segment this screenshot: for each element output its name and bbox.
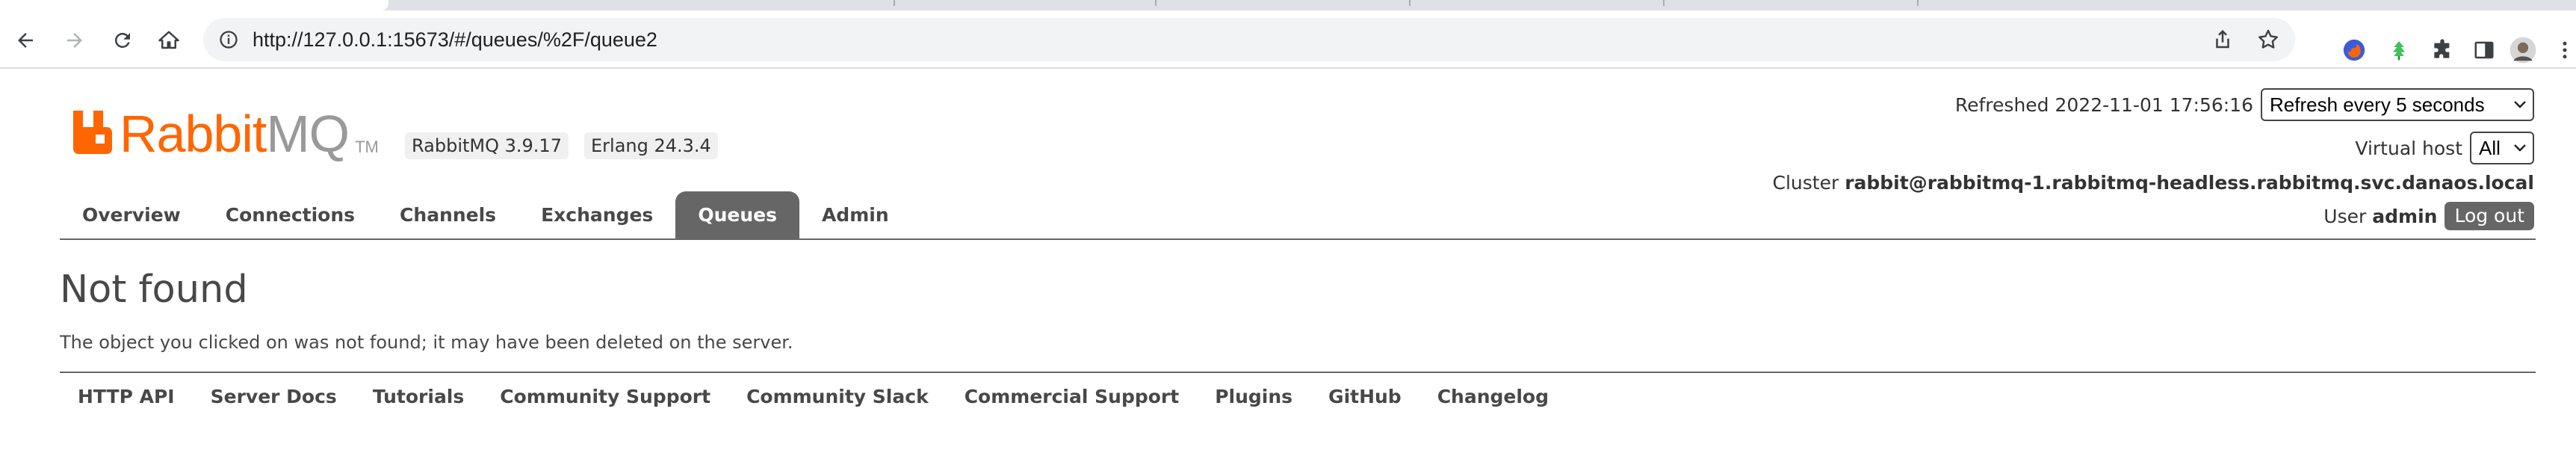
rabbitmq-version-badge: RabbitMQ 3.9.17 bbox=[405, 132, 569, 159]
tab-queues[interactable]: Queues bbox=[675, 191, 799, 239]
footer-link-community-support[interactable]: Community Support bbox=[482, 386, 728, 407]
logo-wordmark: RabbitMQ bbox=[120, 105, 350, 163]
bookmark-star-icon[interactable] bbox=[2256, 28, 2280, 52]
footer-link-community-slack[interactable]: Community Slack bbox=[728, 386, 947, 407]
home-icon[interactable] bbox=[154, 25, 184, 55]
site-info-icon[interactable] bbox=[218, 29, 239, 50]
cluster-name: rabbit@rabbitmq-1.rabbitmq-headless.rabb… bbox=[1845, 172, 2534, 194]
vhost-value: All bbox=[2479, 136, 2501, 159]
footer-link-changelog[interactable]: Changelog bbox=[1419, 386, 1567, 407]
tab-connections[interactable]: Connections bbox=[203, 191, 377, 239]
not-found-message: The object you clicked on was not found;… bbox=[60, 332, 793, 353]
tab-separator bbox=[1409, 0, 1411, 6]
refresh-interval-select[interactable]: Refresh every 5 seconds bbox=[2261, 88, 2534, 121]
page-title: Not found bbox=[60, 268, 248, 312]
tab-separator bbox=[1155, 0, 1157, 6]
profile-avatar-icon[interactable] bbox=[2509, 36, 2537, 64]
back-icon[interactable] bbox=[10, 25, 40, 55]
refresh-interval-value: Refresh every 5 seconds bbox=[2270, 93, 2485, 116]
tab-separator bbox=[894, 0, 895, 6]
main-nav: Overview Connections Channels Exchanges … bbox=[60, 191, 911, 239]
user-row: User admin Log out bbox=[2323, 202, 2534, 230]
refreshed-timestamp: Refreshed 2022-11-01 17:56:16 bbox=[1954, 93, 2253, 116]
chevron-down-icon bbox=[2514, 144, 2526, 152]
browser-tab-strip bbox=[0, 0, 2576, 10]
user-label: User bbox=[2323, 205, 2367, 227]
address-bar[interactable]: http://127.0.0.1:15673/#/queues/%2F/queu… bbox=[203, 18, 2295, 61]
logo-mq-text: MQ bbox=[266, 105, 350, 163]
forward-icon[interactable] bbox=[60, 25, 90, 55]
vhost-select[interactable]: All bbox=[2470, 132, 2534, 164]
nav-divider bbox=[60, 238, 2536, 240]
vhost-row: Virtual host All bbox=[2355, 132, 2534, 164]
footer-link-plugins[interactable]: Plugins bbox=[1197, 386, 1310, 407]
tab-overview[interactable]: Overview bbox=[60, 191, 203, 239]
puzzle-extensions-icon[interactable] bbox=[2428, 36, 2456, 64]
logo-rabbit-text: Rabbit bbox=[120, 105, 267, 163]
active-browser-tab[interactable] bbox=[0, 0, 388, 10]
footer-link-github[interactable]: GitHub bbox=[1310, 386, 1419, 407]
share-icon[interactable] bbox=[2211, 28, 2234, 51]
tab-separator bbox=[1663, 0, 1665, 6]
tab-separator bbox=[1917, 0, 1919, 6]
firefox-extension-icon[interactable] bbox=[2340, 36, 2368, 64]
kebab-menu-icon[interactable] bbox=[2551, 36, 2576, 64]
tab-admin[interactable]: Admin bbox=[799, 191, 911, 239]
footer-link-http-api[interactable]: HTTP API bbox=[60, 386, 193, 407]
footer-links: HTTP API Server Docs Tutorials Community… bbox=[60, 381, 1567, 411]
footer-link-commercial-support[interactable]: Commercial Support bbox=[947, 386, 1198, 407]
user-name: admin bbox=[2372, 205, 2438, 227]
footer-link-tutorials[interactable]: Tutorials bbox=[355, 386, 482, 407]
footer-divider bbox=[60, 372, 2536, 373]
rabbitmq-logo[interactable]: RabbitMQ TM bbox=[73, 108, 379, 160]
side-panel-icon[interactable] bbox=[2470, 36, 2498, 64]
green-leaf-extension-icon[interactable] bbox=[2385, 36, 2413, 64]
cluster-row: Cluster rabbit@rabbitmq-1.rabbitmq-headl… bbox=[1773, 172, 2535, 194]
url-text[interactable]: http://127.0.0.1:15673/#/queues/%2F/queu… bbox=[253, 18, 657, 61]
cluster-label: Cluster bbox=[1772, 172, 1839, 194]
chevron-down-icon bbox=[2514, 101, 2526, 108]
erlang-version-badge: Erlang 24.3.4 bbox=[584, 132, 718, 159]
reload-icon[interactable] bbox=[108, 25, 137, 55]
logout-button[interactable]: Log out bbox=[2445, 202, 2534, 230]
tab-channels[interactable]: Channels bbox=[377, 191, 518, 239]
refresh-row: Refreshed 2022-11-01 17:56:16 Refresh ev… bbox=[1955, 88, 2534, 121]
logo-trademark: TM bbox=[355, 138, 379, 156]
footer-link-server-docs[interactable]: Server Docs bbox=[193, 386, 355, 407]
rabbit-logo-icon bbox=[73, 111, 117, 154]
vhost-label: Virtual host bbox=[2355, 137, 2462, 159]
tab-exchanges[interactable]: Exchanges bbox=[518, 191, 675, 239]
browser-toolbar: http://127.0.0.1:15673/#/queues/%2F/queu… bbox=[0, 10, 2576, 69]
